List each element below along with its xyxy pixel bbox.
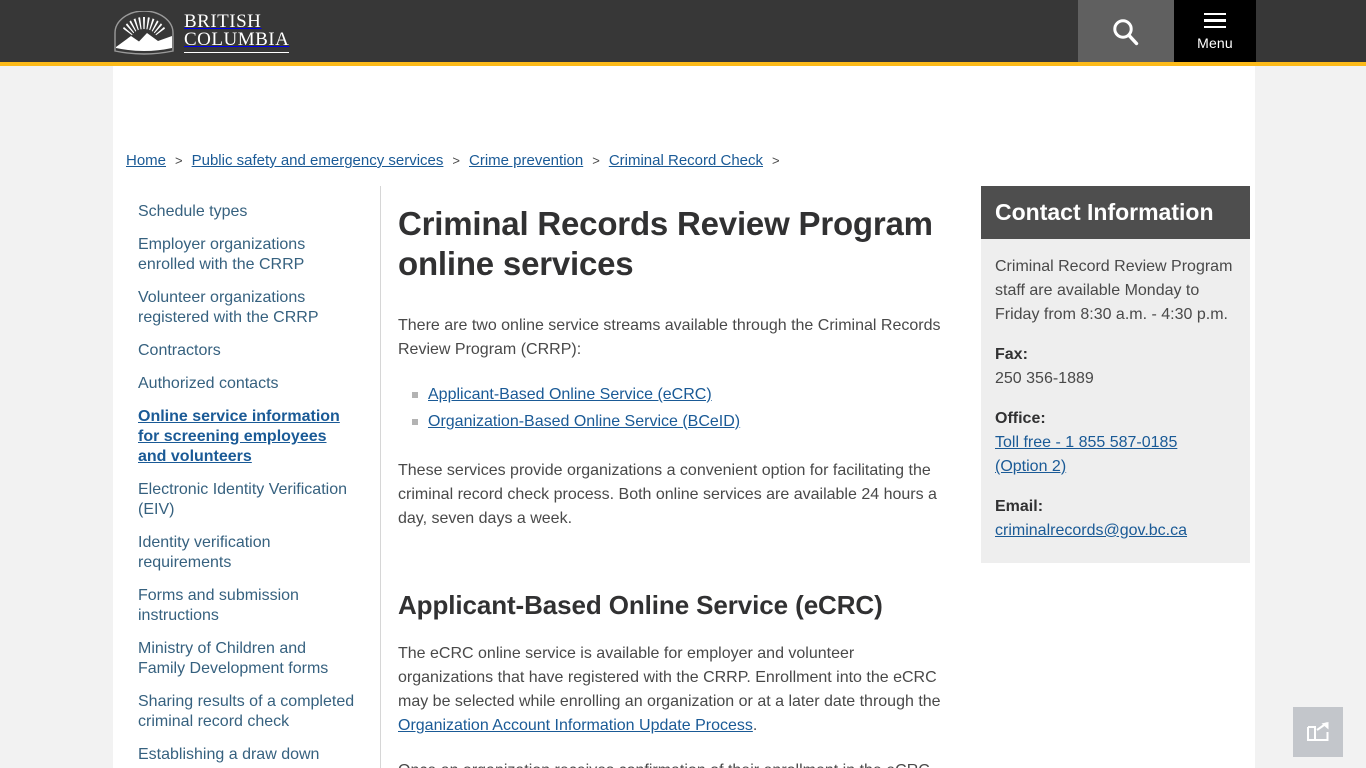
breadcrumb-item-criminal-record-check[interactable]: Criminal Record Check <box>609 152 763 169</box>
contact-email-label: Email: <box>995 498 1044 515</box>
list-item: Identity verification requirements <box>138 533 356 573</box>
link-org-account-update-process[interactable]: Organization Account Information Update … <box>398 717 753 734</box>
contact-email: Email: criminalrecords@gov.bc.ca <box>995 495 1234 543</box>
ecrc-paragraph-2-text-before: Once an organization receives confirmati… <box>398 762 937 768</box>
logo-area: BRITISH COLUMBIA <box>0 0 1078 66</box>
ecrc-paragraph-1: The eCRC online service is available for… <box>398 642 943 738</box>
hamburger-menu-icon <box>1204 12 1226 29</box>
list-item: Electronic Identity Verification (EIV) <box>138 480 356 520</box>
list-item: Online service information for screening… <box>138 407 356 467</box>
sidebar-item-electronic-identity-verification[interactable]: Electronic Identity Verification (EIV) <box>138 480 356 520</box>
sidebar-item-online-service-information[interactable]: Online service information for screening… <box>138 407 356 467</box>
sidebar-item-contractors[interactable]: Contractors <box>138 341 221 361</box>
list-item: Volunteer organizations registered with … <box>138 288 356 328</box>
contact-office-label: Office: <box>995 410 1046 427</box>
search-icon <box>1113 19 1139 46</box>
share-icon <box>1307 722 1329 741</box>
list-item: Schedule types <box>138 202 356 222</box>
link-organization-based-service[interactable]: Organization-Based Online Service (BCeID… <box>428 413 740 430</box>
sidebar-item-employer-organizations[interactable]: Employer organizations enrolled with the… <box>138 235 356 275</box>
bc-sun-mountain-logo-icon <box>114 11 174 55</box>
contact-card-heading: Contact Information <box>981 186 1250 239</box>
contact-office-phone-link[interactable]: Toll free - 1 855 587-0185 (Option 2) <box>995 434 1177 475</box>
header-filler <box>1256 0 1366 66</box>
list-item: Sharing results of a completed criminal … <box>138 692 356 732</box>
sidebar-item-authorized-contacts[interactable]: Authorized contacts <box>138 374 279 394</box>
contact-email-link[interactable]: criminalrecords@gov.bc.ca <box>995 522 1187 539</box>
sidebar-item-mcfd-forms[interactable]: Ministry of Children and Family Developm… <box>138 639 356 679</box>
search-button[interactable] <box>1078 0 1174 66</box>
ecrc-paragraph-1-text-after: . <box>752 717 758 734</box>
breadcrumb-separator: > <box>592 153 600 168</box>
menu-button[interactable]: Menu <box>1174 0 1256 66</box>
contact-office: Office: Toll free - 1 855 587-0185 (Opti… <box>995 407 1234 479</box>
online-services-list: Applicant-Based Online Service (eCRC) Or… <box>398 381 943 435</box>
sidebar-item-forms-and-submission[interactable]: Forms and submission instructions <box>138 586 356 626</box>
contact-information-card: Contact Information Criminal Record Revi… <box>981 186 1250 563</box>
list-item: Forms and submission instructions <box>138 586 356 626</box>
ecrc-paragraph-1-text-before: The eCRC online service is available for… <box>398 645 941 710</box>
list-item: Establishing a draw down account <box>138 745 356 768</box>
breadcrumb-item-public-safety[interactable]: Public safety and emergency services <box>192 152 444 169</box>
list-item: Employer organizations enrolled with the… <box>138 235 356 275</box>
sidebar-item-volunteer-organizations[interactable]: Volunteer organizations registered with … <box>138 288 356 328</box>
sidebar-right: Contact Information Criminal Record Revi… <box>965 186 1255 768</box>
secondary-navigation: Schedule types Employer organizations en… <box>113 186 381 768</box>
intro-paragraph-2: These services provide organizations a c… <box>398 462 937 527</box>
contact-hours: Criminal Record Review Program staff are… <box>995 258 1233 323</box>
list-item: Contractors <box>138 341 356 361</box>
list-item: Organization-Based Online Service (BCeID… <box>412 408 943 435</box>
intro-paragraph: There are two online service streams ava… <box>398 317 941 358</box>
menu-button-label: Menu <box>1197 35 1233 52</box>
logo-line-2: COLUMBIA <box>184 30 290 54</box>
breadcrumb-separator-trailing: > <box>772 153 780 168</box>
list-item: Ministry of Children and Family Developm… <box>138 639 356 679</box>
breadcrumb-separator: > <box>175 153 183 168</box>
sidebar-item-identity-verification-requirements[interactable]: Identity verification requirements <box>138 533 356 573</box>
breadcrumb-separator: > <box>452 153 460 168</box>
breadcrumb: Home > Public safety and emergency servi… <box>126 152 789 169</box>
site-header: BRITISH COLUMBIA Menu <box>0 0 1366 66</box>
contact-card-body: Criminal Record Review Program staff are… <box>981 239 1250 563</box>
page-title: Criminal Records Review Program online s… <box>398 205 933 282</box>
sidebar-item-schedule-types[interactable]: Schedule types <box>138 202 247 222</box>
contact-fax-label: Fax: <box>995 346 1028 363</box>
sidebar-item-draw-down-account[interactable]: Establishing a draw down account <box>138 745 356 768</box>
list-item: Authorized contacts <box>138 374 356 394</box>
link-applicant-based-service[interactable]: Applicant-Based Online Service (eCRC) <box>428 386 712 403</box>
contact-fax-value: 250 356-1889 <box>995 370 1094 387</box>
sidebar-list: Schedule types Employer organizations en… <box>138 202 356 768</box>
contact-fax: Fax: 250 356-1889 <box>995 343 1234 391</box>
ecrc-paragraph-2: Once an organization receives confirmati… <box>398 759 943 768</box>
logo-wordmark: BRITISH COLUMBIA <box>184 12 290 54</box>
section-heading-ecrc: Applicant-Based Online Service (eCRC) <box>398 590 883 620</box>
bc-gov-logo-link[interactable]: BRITISH COLUMBIA <box>113 10 290 56</box>
main-content: Criminal Records Review Program online s… <box>381 186 965 768</box>
share-button[interactable] <box>1293 707 1343 757</box>
sidebar-item-sharing-results[interactable]: Sharing results of a completed criminal … <box>138 692 356 732</box>
breadcrumb-item-home[interactable]: Home <box>126 152 166 169</box>
list-item: Applicant-Based Online Service (eCRC) <box>412 381 943 408</box>
page-columns: Schedule types Employer organizations en… <box>113 186 1255 768</box>
breadcrumb-item-crime-prevention[interactable]: Crime prevention <box>469 152 583 169</box>
page-canvas: Home > Public safety and emergency servi… <box>0 66 1366 768</box>
